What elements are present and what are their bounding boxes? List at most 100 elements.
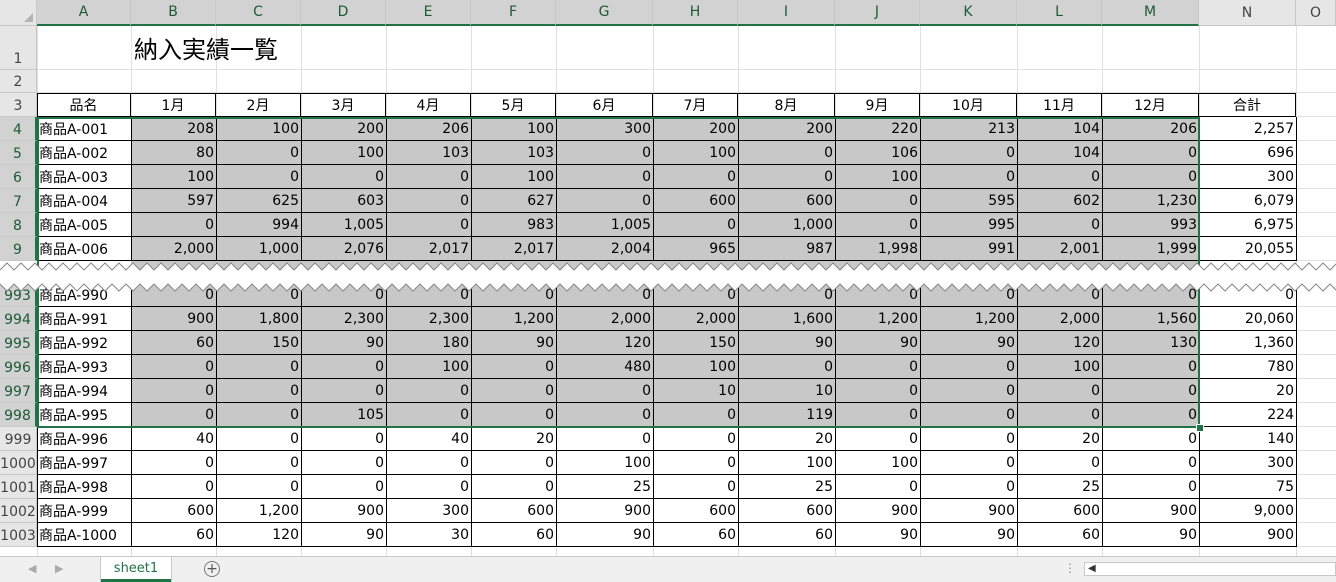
month-value-cell[interactable]: 625: [216, 189, 301, 213]
month-value-cell[interactable]: 2,000: [131, 237, 216, 261]
column-header-o[interactable]: O: [1296, 0, 1336, 26]
month-value-cell[interactable]: 10: [738, 379, 835, 403]
month-value-cell[interactable]: 0: [386, 403, 471, 427]
month-value-cell[interactable]: 0: [835, 189, 920, 213]
total-cell[interactable]: 9,000: [1199, 499, 1296, 523]
month-value-cell[interactable]: 0: [835, 475, 920, 499]
month-value-cell[interactable]: 100: [471, 117, 556, 141]
month-value-cell[interactable]: 100: [556, 451, 653, 475]
month-value-cell[interactable]: 0: [301, 451, 386, 475]
month-value-cell[interactable]: 100: [653, 141, 738, 165]
month-value-cell[interactable]: 90: [920, 331, 1017, 355]
month-value-cell[interactable]: 0: [920, 379, 1017, 403]
month-value-cell[interactable]: 0: [1102, 451, 1199, 475]
row-header[interactable]: 998: [0, 403, 37, 427]
month-value-cell[interactable]: 0: [216, 427, 301, 451]
month-value-cell[interactable]: 603: [301, 189, 386, 213]
month-value-cell[interactable]: 0: [216, 379, 301, 403]
product-name-cell[interactable]: 商品A-1000: [37, 523, 131, 547]
month-value-cell[interactable]: 25: [556, 475, 653, 499]
total-cell[interactable]: 6,079: [1199, 189, 1296, 213]
month-value-cell[interactable]: 0: [653, 451, 738, 475]
month-value-cell[interactable]: 0: [738, 165, 835, 189]
month-value-cell[interactable]: 213: [920, 117, 1017, 141]
month-value-cell[interactable]: 100: [301, 141, 386, 165]
month-value-cell[interactable]: 0: [301, 475, 386, 499]
month-value-cell[interactable]: 0: [301, 283, 386, 307]
month-value-cell[interactable]: 0: [216, 475, 301, 499]
month-value-cell[interactable]: 104: [1017, 117, 1102, 141]
month-value-cell[interactable]: 0: [471, 283, 556, 307]
month-value-cell[interactable]: 120: [1017, 331, 1102, 355]
month-value-cell[interactable]: 0: [386, 379, 471, 403]
month-value-cell[interactable]: 2,000: [1017, 307, 1102, 331]
month-value-cell[interactable]: 900: [1102, 499, 1199, 523]
product-name-cell[interactable]: 商品A-004: [37, 189, 131, 213]
month-value-cell[interactable]: 90: [738, 331, 835, 355]
column-header-j[interactable]: J: [835, 0, 920, 26]
month-value-cell[interactable]: 995: [920, 213, 1017, 237]
product-name-cell[interactable]: 商品A-993: [37, 355, 131, 379]
row-header[interactable]: 1000: [0, 451, 37, 475]
month-value-cell[interactable]: 300: [386, 499, 471, 523]
month-value-cell[interactable]: 100: [471, 165, 556, 189]
month-value-cell[interactable]: 0: [835, 427, 920, 451]
month-value-cell[interactable]: 0: [556, 403, 653, 427]
month-value-cell[interactable]: 0: [216, 165, 301, 189]
month-value-cell[interactable]: 1,005: [301, 213, 386, 237]
month-value-cell[interactable]: 900: [835, 499, 920, 523]
month-value-cell[interactable]: 993: [1102, 213, 1199, 237]
product-name-cell[interactable]: 商品A-996: [37, 427, 131, 451]
row-header[interactable]: 1001: [0, 475, 37, 499]
month-value-cell[interactable]: 983: [471, 213, 556, 237]
column-header-d[interactable]: D: [301, 0, 386, 26]
month-value-cell[interactable]: 10: [653, 379, 738, 403]
month-value-cell[interactable]: 0: [301, 427, 386, 451]
month-value-cell[interactable]: 90: [471, 331, 556, 355]
month-value-cell[interactable]: 0: [920, 355, 1017, 379]
month-value-cell[interactable]: 180: [386, 331, 471, 355]
month-value-cell[interactable]: 300: [556, 117, 653, 141]
month-value-cell[interactable]: 130: [1102, 331, 1199, 355]
month-value-cell[interactable]: 2,076: [301, 237, 386, 261]
month-value-cell[interactable]: 40: [131, 427, 216, 451]
month-value-cell[interactable]: 1,000: [216, 237, 301, 261]
product-name-cell[interactable]: 商品A-994: [37, 379, 131, 403]
total-cell[interactable]: 2,257: [1199, 117, 1296, 141]
month-value-cell[interactable]: 0: [835, 283, 920, 307]
month-value-cell[interactable]: 0: [920, 403, 1017, 427]
select-all-corner[interactable]: [0, 0, 37, 26]
month-value-cell[interactable]: 0: [131, 283, 216, 307]
month-value-cell[interactable]: 0: [471, 451, 556, 475]
month-value-cell[interactable]: 0: [653, 165, 738, 189]
row-header[interactable]: 1003: [0, 523, 37, 547]
total-cell[interactable]: 1,360: [1199, 331, 1296, 355]
month-value-cell[interactable]: 994: [216, 213, 301, 237]
total-cell[interactable]: 20,060: [1199, 307, 1296, 331]
scroll-left-arrow-icon[interactable]: ◀: [1088, 563, 1096, 574]
splitter-handle-icon[interactable]: ⋮: [1064, 561, 1076, 575]
month-value-cell[interactable]: 0: [653, 213, 738, 237]
month-value-cell[interactable]: 600: [738, 189, 835, 213]
month-value-cell[interactable]: 0: [216, 283, 301, 307]
month-value-cell[interactable]: 0: [1102, 379, 1199, 403]
month-value-cell[interactable]: 90: [301, 331, 386, 355]
month-value-cell[interactable]: 60: [471, 523, 556, 547]
month-value-cell[interactable]: 2,017: [471, 237, 556, 261]
row-header[interactable]: 2: [0, 70, 37, 93]
month-value-cell[interactable]: 600: [653, 189, 738, 213]
month-value-cell[interactable]: 60: [131, 523, 216, 547]
month-value-cell[interactable]: 900: [301, 499, 386, 523]
month-value-cell[interactable]: 0: [1102, 355, 1199, 379]
month-value-cell[interactable]: 480: [556, 355, 653, 379]
month-value-cell[interactable]: 1,000: [738, 213, 835, 237]
month-value-cell[interactable]: 0: [653, 427, 738, 451]
month-value-cell[interactable]: 90: [1102, 523, 1199, 547]
month-value-cell[interactable]: 0: [835, 403, 920, 427]
month-value-cell[interactable]: 119: [738, 403, 835, 427]
row-header[interactable]: 994: [0, 307, 37, 331]
month-value-cell[interactable]: 106: [835, 141, 920, 165]
month-value-cell[interactable]: 0: [738, 141, 835, 165]
month-value-cell[interactable]: 40: [386, 427, 471, 451]
total-cell[interactable]: 140: [1199, 427, 1296, 451]
